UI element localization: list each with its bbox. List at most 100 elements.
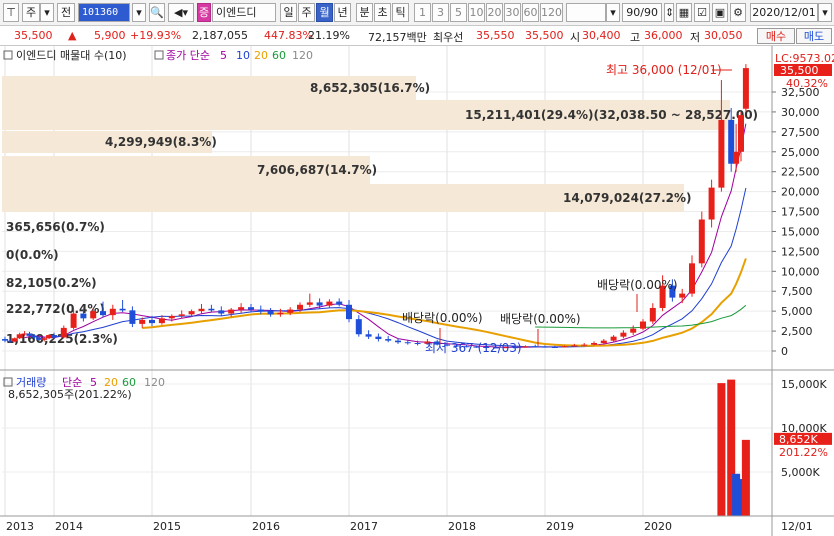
stock-name: 이엔드디 [212,3,276,22]
year-label: 2017 [350,520,378,533]
volume-bar [741,439,750,516]
market-select[interactable]: 주 [22,3,40,22]
volume-current: 8,652,305주(201.22%) [8,388,132,401]
candle-body [31,335,38,338]
chevron-down-icon[interactable]: ▾ [132,3,146,22]
price-chart[interactable]: 8,652,305(16.7%) 15,211,401(29.4%)(32,038… [0,46,834,536]
volume-tag-label: 8,652K [779,433,818,446]
candle-body [218,310,225,314]
volume-profile-label: 0(0.0%) [6,248,59,262]
candle-body [26,333,33,336]
candle-body [355,319,362,335]
candle-body [306,302,313,305]
sell-button[interactable]: 매도 [796,28,832,44]
volume-profile-label: 7,606,687(14.7%) [257,163,377,177]
num-btn-5[interactable]: 5 [450,3,467,22]
volume-tag-pct: 201.22% [779,446,828,459]
candle-body [591,343,597,345]
candle-body [571,345,578,347]
period-minute[interactable]: 분 [356,3,373,22]
ma-legend-label[interactable]: 종가 단순 [166,49,210,62]
toolbar: ⊤ 주 ▾ 전 101360 ▾ 🔍 ◀▾ 증 이엔드디 일 주 월 년 분 초… [0,0,834,26]
volume-profile-label: 222,772(0.4%) [6,302,105,316]
num-btn-60[interactable]: 60 [522,3,539,22]
buy-button[interactable]: 매수 [757,28,795,44]
period-week[interactable]: 주 [298,3,315,22]
candle-body [375,336,382,340]
period-day[interactable]: 일 [280,3,297,22]
candle-body [109,308,116,316]
chart-menu-icon[interactable]: ⊤ [3,3,19,22]
candle-body [2,339,8,341]
current-price: 35,500 [14,29,53,42]
ma20-legend: 20 [254,49,268,62]
candle-body [238,307,245,310]
grid-icon[interactable]: ▦ [676,3,692,22]
candle-body [119,308,126,311]
num-btn-3[interactable]: 3 [432,3,449,22]
num-btn-10[interactable]: 10 [468,3,485,22]
period-tick[interactable]: 틱 [392,3,409,22]
low-label: 저 [690,31,701,44]
candle-body [551,347,558,349]
candle-body [208,308,215,311]
candle-body [326,301,333,306]
candle-body [689,263,695,294]
calendar-icon[interactable]: ▾ [818,3,832,22]
candle-body [297,304,303,310]
chevron-down-icon[interactable]: ▾ [606,3,620,22]
indicator-title[interactable]: 이엔드디 매물대 수(10) [16,49,127,62]
volume-profile-label: 365,656(0.7%) [6,220,105,234]
current-pct-label: 40.32% [786,77,828,90]
candle-body [649,307,656,322]
period-year[interactable]: 년 [334,3,351,22]
high-label: 고 [630,31,641,44]
candle-body [41,338,48,340]
candle-body [60,327,67,338]
dividend-annotation: 배당락(0.00%) [597,278,678,292]
candle-body [129,310,136,324]
ma5-legend: 5 [220,49,227,62]
volume-profile-label: 14,079,024(27.2%) [563,191,692,205]
candle-body [640,321,646,329]
candle-body [542,346,548,348]
price-tick-label: 0 [781,345,788,358]
speaker-icon[interactable]: ◀▾ [168,3,194,22]
num-btn-120[interactable]: 120 [540,3,563,22]
ma120-legend: 120 [292,49,313,62]
stock-code-input[interactable]: 101360 [78,3,130,22]
period-second[interactable]: 초 [374,3,391,22]
candle-body [581,344,588,346]
num-btn-1[interactable]: 1 [414,3,431,22]
best-quote-label: 최우선 [433,31,464,44]
custom-period-input[interactable] [566,3,606,22]
check-icon[interactable]: ☑ [694,3,710,22]
save-icon[interactable]: ▣ [712,3,728,22]
year-label: 2020 [644,520,672,533]
num-btn-30[interactable]: 30 [504,3,521,22]
x-end-label: 12/01 [781,520,813,533]
gear-icon[interactable]: ⚙ [730,3,746,22]
candle-body [414,343,421,345]
chevron-down-icon[interactable]: ▾ [40,3,54,22]
candle-body [257,309,264,312]
candle-body [733,151,740,164]
candle-body [139,319,146,324]
prev-select[interactable]: 전 [57,3,75,22]
search-icon[interactable]: 🔍 [149,3,165,22]
num-btn-20[interactable]: 20 [486,3,503,22]
candle-body [718,119,725,188]
period-month[interactable]: 월 [316,3,333,22]
stock-badge: 증 [197,3,211,22]
volume-bar [717,383,726,516]
candle-body [620,332,627,337]
candle-body [738,115,744,152]
candle-body [395,340,401,343]
scroll-arrows-icon[interactable]: ⇕ [664,3,674,22]
volume-profile-label: 8,652,305(16.7%) [310,81,430,95]
date-input[interactable]: 2020/12/01 [750,3,818,22]
bid-price: 35,500 [525,29,564,42]
low-annotation: 최저 367 (12/03) [425,341,522,355]
current-price-tag-label: 35,500 [780,64,819,77]
trade-amount: 72,157백만 [368,31,427,44]
